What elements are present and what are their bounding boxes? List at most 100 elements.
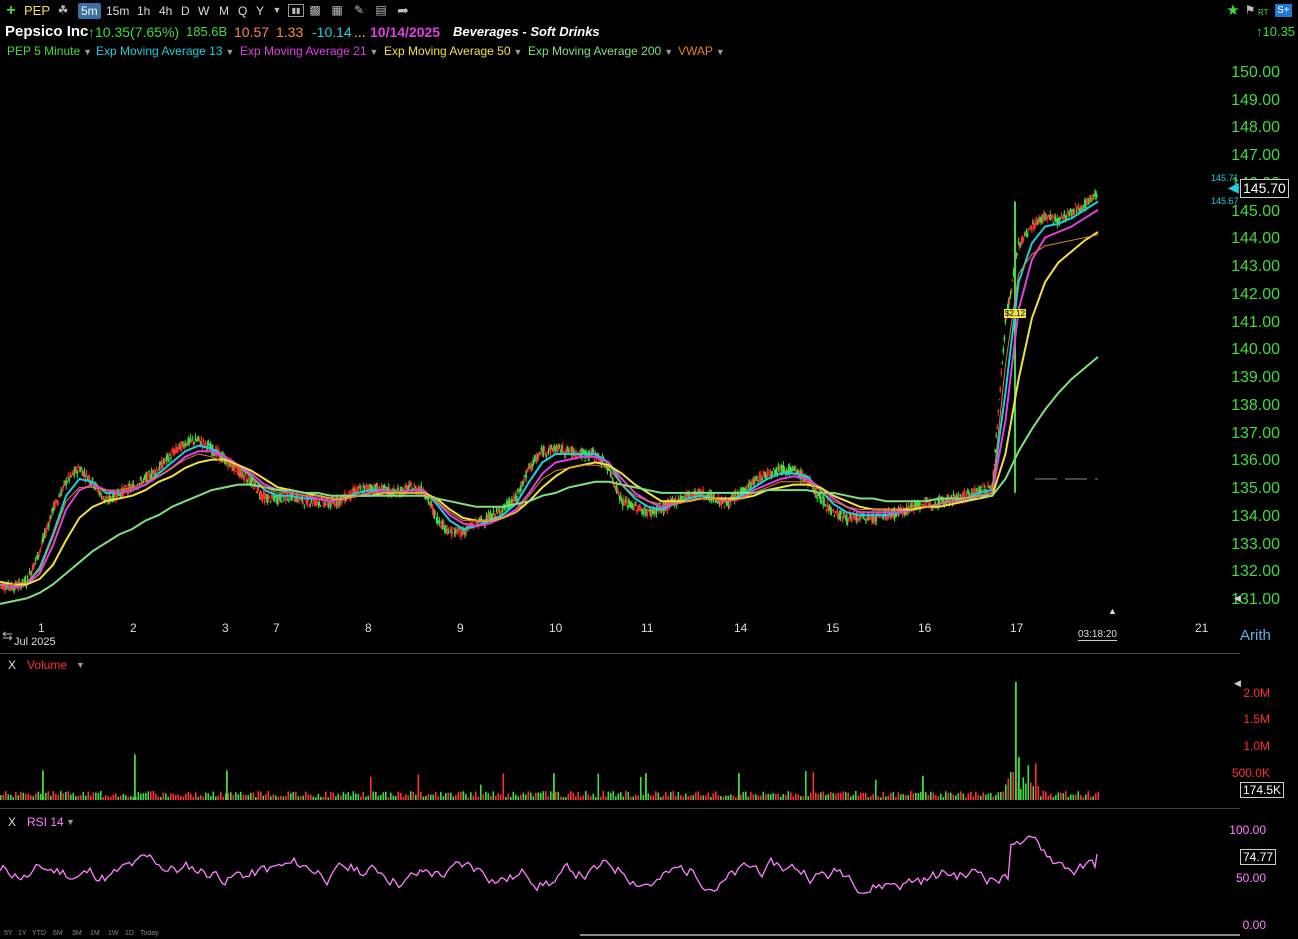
legend-dropdown-icon[interactable]: ▼	[716, 47, 725, 57]
volume-bar	[240, 791, 242, 800]
candle-body	[76, 471, 79, 475]
timeframe-d[interactable]: D	[181, 3, 190, 19]
range-button-1y[interactable]: 1Y	[18, 930, 27, 937]
gap-annotation[interactable]: $2.12	[1004, 309, 1027, 318]
rsi-chart[interactable]	[0, 825, 1240, 930]
candle-body	[99, 491, 102, 492]
volume-bar	[905, 795, 907, 800]
info-ellipsis[interactable]: ...	[354, 22, 366, 42]
legend-item-3[interactable]: Exp Moving Average 50 ▼	[384, 43, 522, 60]
volume-bar	[1020, 789, 1022, 800]
timeframe-w[interactable]: W	[198, 3, 209, 19]
volume-bar	[805, 771, 807, 800]
symbol-input[interactable]: PEP	[24, 3, 50, 19]
bar-chart-icon[interactable]: ▩	[308, 4, 322, 17]
candle-body	[62, 485, 64, 489]
legend-item-1[interactable]: Exp Moving Average 13 ▼	[96, 43, 234, 60]
candle-body	[193, 442, 196, 444]
candle-body	[156, 470, 159, 473]
legend-dropdown-icon[interactable]: ▼	[226, 47, 235, 57]
candle-body	[1022, 237, 1025, 239]
add-symbol-icon[interactable]: +	[4, 3, 18, 19]
price-axis[interactable]: 150.00149.00148.00147.00146.00145.00144.…	[1200, 0, 1298, 620]
volume-bar	[660, 797, 662, 800]
notes-icon[interactable]: ▤	[374, 4, 388, 17]
candle-body	[18, 580, 21, 582]
chart-type-icon[interactable]: ▮▮	[288, 4, 304, 17]
timeframe-q[interactable]: Q	[238, 3, 247, 19]
volume-bar	[600, 796, 602, 800]
timeframe-m[interactable]: M	[219, 3, 229, 19]
link-icon[interactable]: ☘	[56, 4, 70, 17]
price-tick-label: 132.00	[1231, 563, 1280, 581]
industry[interactable]: Beverages - Soft Drinks	[453, 22, 600, 42]
share-icon[interactable]: ➦	[396, 3, 410, 17]
candle-body	[1074, 205, 1077, 207]
range-button-1m[interactable]: 1M	[90, 930, 100, 937]
candle-body	[324, 503, 327, 505]
volume-bar	[330, 792, 332, 800]
range-button-3m[interactable]: 3M	[72, 930, 82, 937]
candle-body	[1003, 336, 1006, 341]
timeframe-1h[interactable]: 1h	[137, 3, 150, 19]
volume-bar	[392, 795, 395, 800]
volume-bar	[1025, 783, 1027, 800]
volume-bar	[620, 792, 622, 800]
timeframe-5m[interactable]: 5m	[78, 3, 101, 19]
scale-mode[interactable]: Arith	[1240, 627, 1271, 644]
volume-bar	[1037, 785, 1040, 800]
range-button-ytd[interactable]: YTD	[32, 930, 46, 937]
volume-bar	[280, 795, 282, 800]
volume-bar	[270, 796, 272, 800]
info-value-4: -10.14	[312, 24, 352, 40]
volume-bar	[640, 776, 642, 800]
volume-bar	[92, 792, 95, 800]
time-axis[interactable]: 1 2 3 7 8 9 10 11 14 15 16 17 21	[0, 615, 1240, 651]
candle-body	[957, 495, 960, 497]
candle-body	[577, 451, 579, 453]
volume-spike	[1015, 681, 1017, 800]
volume-bar	[257, 791, 260, 800]
legend-item-4[interactable]: Exp Moving Average 200 ▼	[528, 43, 673, 60]
legend-item-2[interactable]: Exp Moving Average 21 ▼	[240, 43, 378, 60]
timeframe-dropdown-icon[interactable]: ▼	[270, 4, 284, 17]
panel-divider-2[interactable]	[0, 808, 1240, 809]
range-button-1w[interactable]: 1W	[108, 930, 119, 937]
price-tick-label: 142.00	[1231, 285, 1280, 303]
volume-bar	[407, 795, 410, 800]
volume-bar	[700, 795, 702, 800]
legend-dropdown-icon[interactable]: ▼	[83, 47, 92, 57]
price-chart[interactable]	[0, 60, 1240, 615]
legend-dropdown-icon[interactable]: ▼	[664, 47, 673, 57]
candle-body	[303, 505, 306, 507]
panel-divider[interactable]	[0, 653, 1240, 654]
volume-bar	[750, 792, 752, 800]
candle-body	[268, 495, 271, 497]
time-scroll-icon[interactable]: ⇆	[2, 628, 13, 644]
legend-item-0[interactable]: PEP 5 Minute ▼	[7, 43, 92, 60]
legend-dropdown-icon[interactable]: ▼	[370, 47, 379, 57]
range-button-6m[interactable]: 6M	[53, 930, 63, 937]
legend-item-5[interactable]: VWAP ▼	[678, 43, 725, 60]
timeframe-4h[interactable]: 4h	[159, 3, 172, 19]
candle-body	[704, 494, 707, 496]
timeframe-y[interactable]: Y	[256, 3, 264, 19]
volume-bar	[0, 795, 2, 800]
volume-bar	[985, 794, 987, 800]
rsi-axis: 100.00 50.00 0.00	[1200, 820, 1298, 935]
horizontal-scrollbar[interactable]	[580, 934, 1240, 936]
candle-body	[244, 474, 247, 476]
candle-body	[1028, 230, 1030, 232]
legend-dropdown-icon[interactable]: ▼	[514, 47, 523, 57]
timeframe-15m[interactable]: 15m	[106, 3, 129, 19]
volume-bar	[825, 795, 827, 800]
candle-body	[597, 453, 600, 455]
volume-chart[interactable]	[0, 670, 1240, 800]
time-tick-label: 2	[130, 621, 137, 635]
range-button-today[interactable]: Today	[140, 930, 159, 937]
volume-bar	[557, 791, 560, 800]
range-button-1d[interactable]: 1D	[125, 930, 134, 937]
indicator-icon[interactable]: ▦	[330, 4, 344, 17]
draw-pencil-icon[interactable]: ✎	[352, 4, 366, 17]
range-button-5y[interactable]: 5Y	[4, 930, 13, 937]
